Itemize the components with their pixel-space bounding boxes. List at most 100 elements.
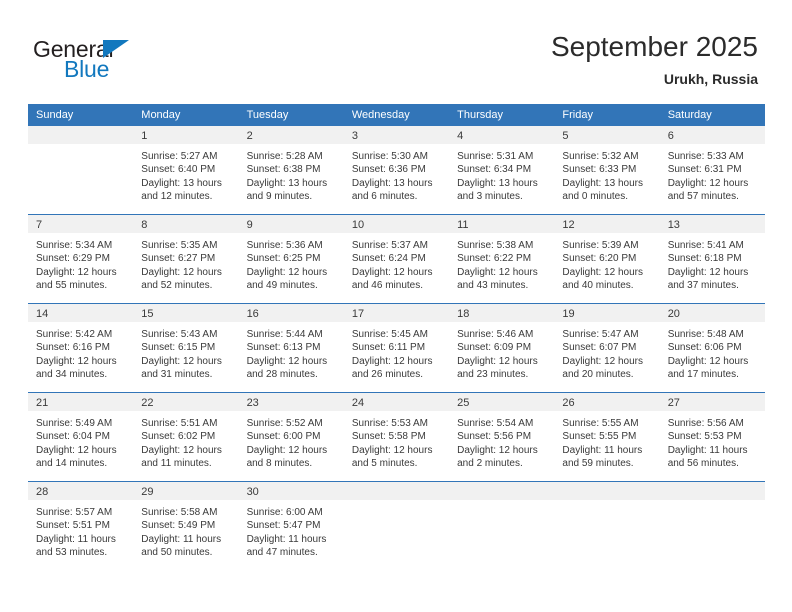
sunset-text: Sunset: 5:51 PM [36,520,110,532]
sunset-text: Sunset: 5:53 PM [667,431,742,443]
sunrise-text: Sunrise: 5:31 AM [457,151,534,162]
day-number-band: 12 [554,215,660,233]
day-cell[interactable]: 24 Sunrise: 5:53 AM Sunset: 5:58 PM Dayligh… [343,393,450,481]
daylight-text: Daylight: 13 hours [562,177,644,189]
daylight-text: Daylight: 11 hours [667,444,748,456]
day-number-band: 2 [238,126,344,144]
day-number: 30 [246,486,259,498]
daylight-text: Daylight: 12 hours [457,355,538,367]
day-cell[interactable]: 8 Sunrise: 5:35 AM Sunset: 6:27 PM Daylight… [133,215,239,303]
day-cell[interactable]: 1 Sunrise: 5:27 AM Sunset: 6:40 PM Daylight… [133,126,239,214]
day-details: Sunrise: 5:38 AM Sunset: 6:22 PM Daylight:… [449,233,554,303]
day-number: 7 [36,219,43,231]
sunrise-text: Sunrise: 5:51 AM [141,418,218,429]
sunrise-text: Sunrise: 5:58 AM [141,507,218,518]
day-cell[interactable]: 15 Sunrise: 5:43 AM Sunset: 6:15 PM Dayligh… [133,304,239,392]
day-details [344,500,449,570]
daylight-text: Daylight: 12 hours [36,266,117,278]
day-cell[interactable]: 12 Sunrise: 5:39 AM Sunset: 6:20 PM Dayligh… [554,215,660,303]
day-details: Sunrise: 5:54 AM Sunset: 5:56 PM Daylight:… [449,411,554,481]
day-details: Sunrise: 5:32 AM Sunset: 6:33 PM Daylight:… [554,144,659,214]
day-cell[interactable]: 14 Sunrise: 5:42 AM Sunset: 6:16 PM Dayligh… [28,304,134,392]
calendar-week-row: 14 Sunrise: 5:42 AM Sunset: 6:16 PM Dayligh… [28,303,765,392]
day-number-band: 16 [238,304,344,322]
sunset-text: Sunset: 6:13 PM [246,342,321,354]
day-details: Sunrise: 5:47 AM Sunset: 6:07 PM Daylight:… [554,322,659,392]
daylight-text-cont: and 57 minutes. [667,191,739,203]
day-cell[interactable]: 3 Sunrise: 5:30 AM Sunset: 6:36 PM Daylight… [343,126,450,214]
day-cell[interactable]: 23 Sunrise: 5:52 AM Sunset: 6:00 PM Dayligh… [238,393,344,481]
day-cell[interactable]: 9 Sunrise: 5:36 AM Sunset: 6:25 PM Daylight… [238,215,344,303]
weekday-header-friday: Friday [562,109,593,121]
calendar-weeks: 1 Sunrise: 5:27 AM Sunset: 6:40 PM Daylight… [28,126,765,570]
sunrise-text: Sunrise: 5:48 AM [667,329,744,340]
day-number: 17 [351,308,365,320]
daylight-text-cont: and 55 minutes. [36,280,108,292]
sunset-text: Sunset: 6:34 PM [457,164,532,176]
sunrise-text: Sunrise: 5:53 AM [351,418,428,429]
daylight-text: Daylight: 11 hours [246,533,327,545]
day-cell[interactable]: 27 Sunrise: 5:56 AM Sunset: 5:53 PM Dayligh… [659,393,765,481]
day-cell[interactable]: 25 Sunrise: 5:54 AM Sunset: 5:56 PM Dayligh… [449,393,555,481]
day-number: 24 [351,397,365,409]
calendar-grid: Sunday Monday Tuesday Wednesday Thursday Frid… [28,104,765,570]
day-details: Sunrise: 6:00 AM Sunset: 5:47 PM Daylight:… [239,500,344,570]
day-cell[interactable]: 17 Sunrise: 5:45 AM Sunset: 6:11 PM Dayligh… [343,304,450,392]
day-details: Sunrise: 5:48 AM Sunset: 6:06 PM Daylight:… [660,322,765,392]
day-number-band: 15 [133,304,239,322]
day-details: Sunrise: 5:55 AM Sunset: 5:55 PM Daylight:… [554,411,659,481]
day-number-band: 21 [28,393,134,411]
day-number-band: 20 [659,304,765,322]
day-cell[interactable]: 11 Sunrise: 5:38 AM Sunset: 6:22 PM Dayligh… [449,215,555,303]
sunrise-text: Sunrise: 5:36 AM [246,240,323,251]
day-cell[interactable]: 19 Sunrise: 5:47 AM Sunset: 6:07 PM Dayligh… [554,304,660,392]
day-number: 14 [36,308,49,320]
weekday-header-wednesday: Wednesday [351,109,410,121]
weekday-header-sunday: Sunday [36,109,74,121]
day-cell[interactable]: 4 Sunrise: 5:31 AM Sunset: 6:34 PM Daylight… [449,126,555,214]
day-cell[interactable]: 7 Sunrise: 5:34 AM Sunset: 6:29 PM Daylight… [28,215,134,303]
day-cell[interactable]: 28 Sunrise: 5:57 AM Sunset: 5:51 PM Dayligh… [28,482,134,570]
daylight-text-cont: and 20 minutes. [562,369,634,381]
day-details: Sunrise: 5:46 AM Sunset: 6:09 PM Daylight:… [449,322,554,392]
logo-text-blue: Blue [64,56,110,82]
sunset-text: Sunset: 6:25 PM [246,253,321,265]
daylight-text: Daylight: 13 hours [141,177,222,189]
daylight-text-cont: and 9 minutes. [246,191,313,203]
daylight-text-cont: and 46 minutes. [351,280,424,292]
day-cell[interactable]: 21 Sunrise: 5:49 AM Sunset: 6:04 PM Dayligh… [28,393,134,481]
day-number-band: 26 [554,393,660,411]
sunrise-text: Sunrise: 5:44 AM [246,329,323,340]
sunrise-text: Sunrise: 6:00 AM [246,507,323,518]
daylight-text-cont: and 12 minutes. [141,191,213,203]
day-cell[interactable]: 10 Sunrise: 5:37 AM Sunset: 6:24 PM Dayligh… [343,215,450,303]
day-number-band: 4 [449,126,555,144]
day-cell[interactable]: 2 Sunrise: 5:28 AM Sunset: 6:38 PM Daylight… [238,126,344,214]
sunset-text: Sunset: 5:49 PM [141,520,216,532]
daylight-text: Daylight: 12 hours [667,355,749,367]
day-number-band: 13 [659,215,765,233]
day-cell[interactable]: 29 Sunrise: 5:58 AM Sunset: 5:49 PM Dayligh… [133,482,239,570]
sunrise-text: Sunrise: 5:56 AM [667,418,744,429]
day-cell[interactable]: 30 Sunrise: 6:00 AM Sunset: 5:47 PM Dayligh… [238,482,344,570]
sunrise-text: Sunrise: 5:27 AM [141,151,218,162]
daylight-text: Daylight: 12 hours [246,355,328,367]
day-cell[interactable]: 6 Sunrise: 5:33 AM Sunset: 6:31 PM Daylight… [659,126,765,214]
day-number: 16 [246,308,259,320]
sunrise-text: Sunrise: 5:52 AM [246,418,323,429]
sunset-text: Sunset: 5:55 PM [562,431,637,443]
daylight-text-cont: and 49 minutes. [246,280,318,292]
daylight-text-cont: and 53 minutes. [36,547,108,559]
daylight-text-cont: and 11 minutes. [141,458,212,470]
day-cell[interactable]: 5 Sunrise: 5:32 AM Sunset: 6:33 PM Daylight… [554,126,660,214]
day-cell[interactable]: 13 Sunrise: 5:41 AM Sunset: 6:18 PM Dayligh… [659,215,765,303]
day-cell[interactable]: 18 Sunrise: 5:46 AM Sunset: 6:09 PM Dayligh… [449,304,555,392]
day-cell[interactable]: 26 Sunrise: 5:55 AM Sunset: 5:55 PM Dayligh… [554,393,660,481]
day-cell[interactable]: 16 Sunrise: 5:44 AM Sunset: 6:13 PM Dayligh… [238,304,344,392]
day-cell[interactable]: 22 Sunrise: 5:51 AM Sunset: 6:02 PM Dayligh… [133,393,239,481]
sunrise-text: Sunrise: 5:28 AM [246,151,323,162]
daylight-text: Daylight: 12 hours [141,266,222,278]
day-number: 5 [562,130,569,142]
day-cell[interactable]: 20 Sunrise: 5:48 AM Sunset: 6:06 PM Dayligh… [659,304,765,392]
daylight-text-cont: and 43 minutes. [457,280,529,292]
